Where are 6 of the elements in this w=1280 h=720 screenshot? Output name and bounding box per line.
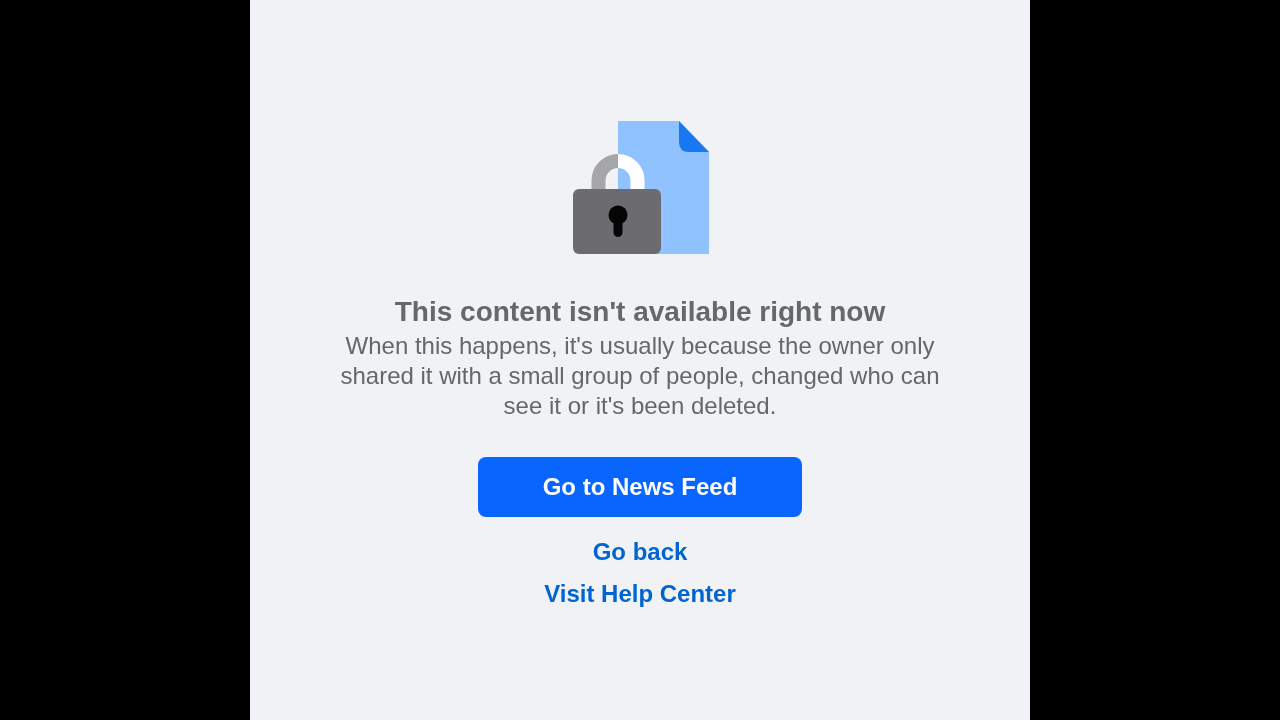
error-message: When this happens, it's usually because the owner only shared it with a small group of people, changed who can see it or it's been deleted. <box>339 331 941 421</box>
text-link[interactable]: Visit Help Center <box>544 578 736 610</box>
news-feed-button[interactable]: Go to News Feed <box>478 457 802 517</box>
error-heading: This content isn't available right now <box>394 295 886 329</box>
text-link[interactable]: Go back <box>592 536 688 568</box>
locked-document-icon <box>572 121 710 255</box>
